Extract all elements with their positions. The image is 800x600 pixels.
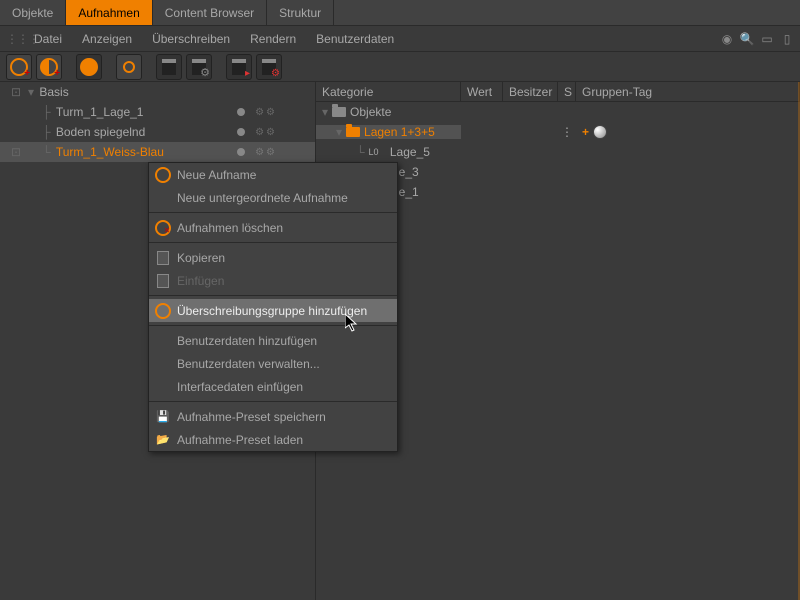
- menu-rendern[interactable]: Rendern: [240, 28, 306, 50]
- auto-take-button[interactable]: [76, 54, 102, 80]
- cat-row[interactable]: ▾Objekte: [316, 102, 800, 122]
- separator: [149, 212, 397, 213]
- take-icon: [153, 166, 173, 184]
- window-icon[interactable]: ▭: [760, 32, 774, 46]
- tree-item-selected[interactable]: ⊡ └ Turm_1_Weiss-Blau ⚙⚙: [0, 142, 315, 162]
- delete-icon: [153, 219, 173, 237]
- visibility-icon[interactable]: ⊡: [4, 85, 28, 99]
- col-kategorie[interactable]: Kategorie: [316, 82, 461, 101]
- copy-icon: [153, 249, 173, 267]
- col-gruppentag[interactable]: Gruppen-Tag: [576, 82, 800, 101]
- menu-benutzerdaten[interactable]: Benutzerdaten: [306, 28, 404, 50]
- render-takes-gear-button[interactable]: ⚙: [186, 54, 212, 80]
- cat-label: Lagen 1+3+5: [364, 125, 435, 139]
- tree-item[interactable]: ├ Boden spiegelnd ⚙⚙: [0, 122, 315, 142]
- ctx-ueberschreibungsgruppe[interactable]: Überschreibungsgruppe hinzufügen: [149, 299, 397, 322]
- separator: [149, 325, 397, 326]
- override-group-button[interactable]: [116, 54, 142, 80]
- folder-open-icon: [346, 127, 360, 137]
- separator: [149, 242, 397, 243]
- tab-objekte[interactable]: Objekte: [0, 0, 66, 25]
- separator: [149, 295, 397, 296]
- ctx-loeschen[interactable]: Aufnahmen löschen: [149, 216, 397, 239]
- ctx-preset-speichern[interactable]: 💾Aufnahme-Preset speichern: [149, 405, 397, 428]
- save-icon: 💾: [153, 408, 173, 426]
- toolbar: ⚙ ▸ ⚙: [0, 52, 800, 82]
- cat-row[interactable]: └L0 Lage_5: [316, 142, 800, 162]
- col-s[interactable]: S: [558, 82, 576, 101]
- add-tag-icon[interactable]: +: [582, 125, 589, 139]
- new-child-take-button[interactable]: [36, 54, 62, 80]
- override-group-icon: [153, 302, 173, 320]
- visibility-icon[interactable]: ⊡: [4, 145, 28, 159]
- cat-label: Objekte: [350, 105, 391, 119]
- status-dot[interactable]: ⋮: [558, 125, 576, 139]
- table-header: Kategorie Wert Besitzer S Gruppen-Tag: [316, 82, 800, 102]
- col-wert[interactable]: Wert: [461, 82, 503, 101]
- paste-icon: [153, 272, 173, 290]
- main-tabs: Objekte Aufnahmen Content Browser Strukt…: [0, 0, 800, 26]
- cat-label: Lage_5: [390, 145, 430, 159]
- tree-label: Turm_1_Weiss-Blau: [54, 145, 235, 159]
- tree-root[interactable]: ⊡ ▾ Basis: [0, 82, 315, 102]
- ctx-neue-untergeordnete[interactable]: Neue untergeordnete Aufnahme: [149, 186, 397, 209]
- menu-datei[interactable]: Datei: [24, 28, 72, 50]
- context-menu: Neue Aufname Neue untergeordnete Aufnahm…: [148, 162, 398, 452]
- ctx-interfacedaten[interactable]: Interfacedaten einfügen: [149, 375, 397, 398]
- search-icon[interactable]: 🔍: [740, 32, 754, 46]
- grip-icon: ⋮⋮⋮: [6, 32, 24, 46]
- render-marked-gear-button[interactable]: ⚙: [256, 54, 282, 80]
- tree-label: Boden spiegelnd: [54, 125, 235, 139]
- tree-label: Turm_1_Lage_1: [54, 105, 235, 119]
- eye-icon[interactable]: ◉: [720, 32, 734, 46]
- tab-aufnahmen[interactable]: Aufnahmen: [66, 0, 152, 25]
- panel-icon[interactable]: ▯: [780, 32, 794, 46]
- ctx-neue-aufnahme[interactable]: Neue Aufname: [149, 163, 397, 186]
- tab-struktur[interactable]: Struktur: [267, 0, 334, 25]
- ctx-benutzerdaten-verwalten[interactable]: Benutzerdaten verwalten...: [149, 352, 397, 375]
- menubar: ⋮⋮⋮ Datei Anzeigen Überschreiben Rendern…: [0, 26, 800, 52]
- tab-content-browser[interactable]: Content Browser: [153, 0, 267, 25]
- render-take-button[interactable]: [156, 54, 182, 80]
- tree-label: Basis: [37, 85, 221, 99]
- menu-ueberschreiben[interactable]: Überschreiben: [142, 28, 240, 50]
- main-area: ⊡ ▾ Basis ├ Turm_1_Lage_1 ⚙⚙ ├ Boden spi…: [0, 82, 800, 600]
- ctx-preset-laden[interactable]: 📂Aufnahme-Preset laden: [149, 428, 397, 451]
- render-marked-button[interactable]: ▸: [226, 54, 252, 80]
- load-icon: 📂: [153, 431, 173, 449]
- col-besitzer[interactable]: Besitzer: [503, 82, 558, 101]
- folder-icon: [332, 107, 346, 117]
- menu-anzeigen[interactable]: Anzeigen: [72, 28, 142, 50]
- ctx-kopieren[interactable]: Kopieren: [149, 246, 397, 269]
- tree-item[interactable]: ├ Turm_1_Lage_1 ⚙⚙: [0, 102, 315, 122]
- ctx-benutzerdaten-hinzu[interactable]: Benutzerdaten hinzufügen: [149, 329, 397, 352]
- material-sphere-icon[interactable]: [593, 125, 607, 139]
- cat-row-selected[interactable]: ▾Lagen 1+3+5 ⋮ +: [316, 122, 800, 142]
- separator: [149, 401, 397, 402]
- new-take-button[interactable]: [6, 54, 32, 80]
- ctx-einfuegen[interactable]: Einfügen: [149, 269, 397, 292]
